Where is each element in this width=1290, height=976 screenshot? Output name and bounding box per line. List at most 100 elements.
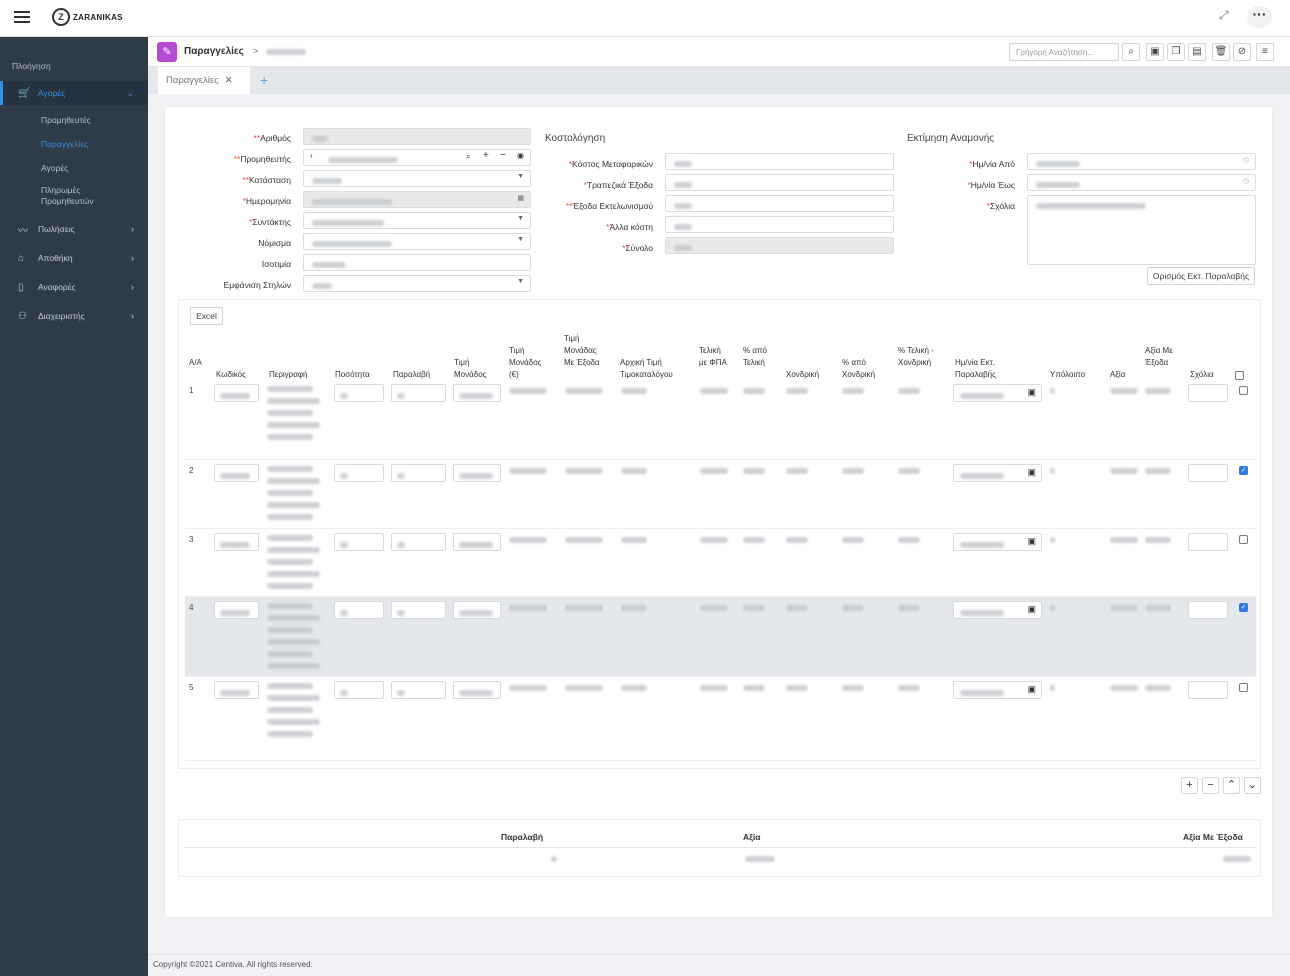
excel-button[interactable]: Excel <box>190 307 223 325</box>
quantity-input[interactable] <box>334 384 384 402</box>
sidebar-subitem-orders[interactable]: Παραγγελίες <box>41 139 88 150</box>
search-icon[interactable]: ⌕ <box>466 152 470 162</box>
author-select[interactable]: ▼ <box>303 212 531 229</box>
shipping-cost-field[interactable] <box>665 153 894 170</box>
row-checkbox[interactable] <box>1239 535 1248 544</box>
show-columns-select[interactable]: ▼ <box>303 275 531 292</box>
est-receipt-date-input[interactable]: ▣ <box>953 533 1042 551</box>
sidebar-item-purchases[interactable]: 🛒 Αγορές ⌄ <box>0 81 148 105</box>
bank-fees-field[interactable] <box>665 174 894 191</box>
remove-icon[interactable]: − <box>500 150 506 161</box>
quantity-input[interactable] <box>334 464 384 482</box>
fullscreen-icon[interactable]: ⤢ <box>1219 8 1229 23</box>
unit-price-input[interactable] <box>453 681 501 699</box>
pct-wholesale-cell <box>842 388 864 394</box>
comments-input[interactable] <box>1188 681 1228 699</box>
label-rate: Ισοτιμία <box>261 259 291 269</box>
more-options-button[interactable]: ··· <box>1247 6 1272 28</box>
add-icon[interactable]: + <box>483 150 489 161</box>
received-input[interactable] <box>391 464 446 482</box>
code-input[interactable] <box>214 601 259 619</box>
est-receipt-date-input[interactable]: ▣ <box>953 601 1042 619</box>
est-receipt-date-input[interactable]: ▣ <box>953 681 1042 699</box>
label-date: *Ημερομηνία <box>242 196 291 206</box>
chevron-down-icon: ▼ <box>517 173 524 180</box>
unit-price-input[interactable] <box>453 533 501 551</box>
save-icon[interactable]: ▣ <box>1146 43 1164 61</box>
unit-price-input[interactable] <box>453 384 501 402</box>
currency-select[interactable]: ▼ <box>303 233 531 250</box>
received-input[interactable] <box>391 601 446 619</box>
received-input[interactable] <box>391 681 446 699</box>
move-up-button[interactable]: ⌃ <box>1223 777 1240 794</box>
code-input[interactable] <box>214 384 259 402</box>
table-row[interactable]: 2 ▣ ✓ <box>185 460 1256 529</box>
table-row[interactable]: 5 ▣ <box>185 677 1256 761</box>
sidebar-subitem-purchases[interactable]: Αγορές <box>41 163 68 174</box>
date-to-field[interactable]: ◷ <box>1027 174 1256 191</box>
copy-icon[interactable]: ❐ <box>1167 43 1185 61</box>
quick-search-input[interactable]: Γρήγορη Αναζήτηση... <box>1009 43 1119 61</box>
final-wholesale-cell <box>898 388 920 394</box>
eye-icon[interactable]: ◉ <box>517 151 524 160</box>
comments-input[interactable] <box>1188 601 1228 619</box>
quantity-input[interactable] <box>334 681 384 699</box>
code-input[interactable] <box>214 464 259 482</box>
comments-input[interactable] <box>1188 533 1228 551</box>
supplier-field[interactable]: › ⌕ + − ◉ <box>303 149 531 166</box>
pct-wholesale-cell <box>842 605 864 611</box>
delete-icon[interactable]: 🗑 <box>1212 43 1230 61</box>
quantity-input[interactable] <box>334 601 384 619</box>
table-row[interactable]: 1 ▣ <box>185 380 1256 460</box>
table-row[interactable]: 3 ▣ <box>185 529 1256 597</box>
sidebar-item-reports[interactable]: ▯ Αναφορές › <box>0 275 148 299</box>
label-total: *Σύνολο <box>622 243 653 253</box>
row-checkbox[interactable] <box>1239 683 1248 692</box>
comments-input[interactable] <box>1188 384 1228 402</box>
comments-input[interactable] <box>1188 464 1228 482</box>
rate-field[interactable] <box>303 254 531 271</box>
est-receipt-date-input[interactable]: ▣ <box>953 384 1042 402</box>
close-icon[interactable]: ✕ <box>225 75 233 86</box>
remove-row-button[interactable]: − <box>1202 777 1219 794</box>
menu-icon[interactable] <box>14 11 30 23</box>
date-field[interactable]: ▦ <box>303 191 531 208</box>
tab-orders[interactable]: Παραγγελίες ✕ <box>158 67 250 94</box>
table-row[interactable]: 4 ▣ ✓ <box>185 597 1256 677</box>
add-row-button[interactable]: + <box>1181 777 1198 794</box>
add-tab-icon[interactable]: + <box>260 72 268 88</box>
page-title[interactable]: Παραγγελίες <box>184 46 244 57</box>
page-header: ✎ Παραγγελίες > Γρήγορη Αναζήτηση... ⌕ ▣… <box>148 37 1290 67</box>
code-input[interactable] <box>214 681 259 699</box>
value-cell <box>1110 388 1138 394</box>
set-estimate-button[interactable]: Ορισμός Εκτ. Παραλαβής <box>1147 267 1255 285</box>
sidebar-item-sales[interactable]: 〰 Πωλήσεις › <box>0 217 148 241</box>
date-from-field[interactable]: ◷ <box>1027 153 1256 170</box>
select-all-checkbox[interactable] <box>1235 371 1244 380</box>
received-input[interactable] <box>391 384 446 402</box>
status-select[interactable]: ▼ <box>303 170 531 187</box>
calendar-icon: ▣ <box>1027 536 1036 546</box>
row-checkbox[interactable]: ✓ <box>1239 466 1248 475</box>
received-input[interactable] <box>391 533 446 551</box>
customs-field[interactable] <box>665 195 894 212</box>
search-button[interactable]: ⌕ <box>1122 43 1140 61</box>
code-input[interactable] <box>214 533 259 551</box>
comments-textarea[interactable] <box>1027 195 1256 265</box>
other-costs-field[interactable] <box>665 216 894 233</box>
move-down-button[interactable]: ⌄ <box>1244 777 1261 794</box>
clipboard-icon[interactable]: ▤ <box>1188 43 1206 61</box>
row-checkbox[interactable] <box>1239 386 1248 395</box>
cancel-icon[interactable]: ⊘ <box>1233 43 1251 61</box>
est-receipt-date-input[interactable]: ▣ <box>953 464 1042 482</box>
sidebar-item-warehouse[interactable]: ⌂ Αποθήκη › <box>0 246 148 270</box>
list-menu-icon[interactable]: ≡ <box>1256 43 1274 61</box>
sidebar-subitem-supplier-payments[interactable]: Πληρωμές Προμηθευτών <box>41 185 111 207</box>
unit-price-input[interactable] <box>453 601 501 619</box>
sidebar-subitem-suppliers[interactable]: Προμηθευτές <box>41 115 91 126</box>
cart-icon: 🛒 <box>18 87 31 99</box>
sidebar-item-admin[interactable]: ⚇ Διαχειριστής › <box>0 304 148 328</box>
quantity-input[interactable] <box>334 533 384 551</box>
row-checkbox[interactable]: ✓ <box>1239 603 1248 612</box>
unit-price-input[interactable] <box>453 464 501 482</box>
